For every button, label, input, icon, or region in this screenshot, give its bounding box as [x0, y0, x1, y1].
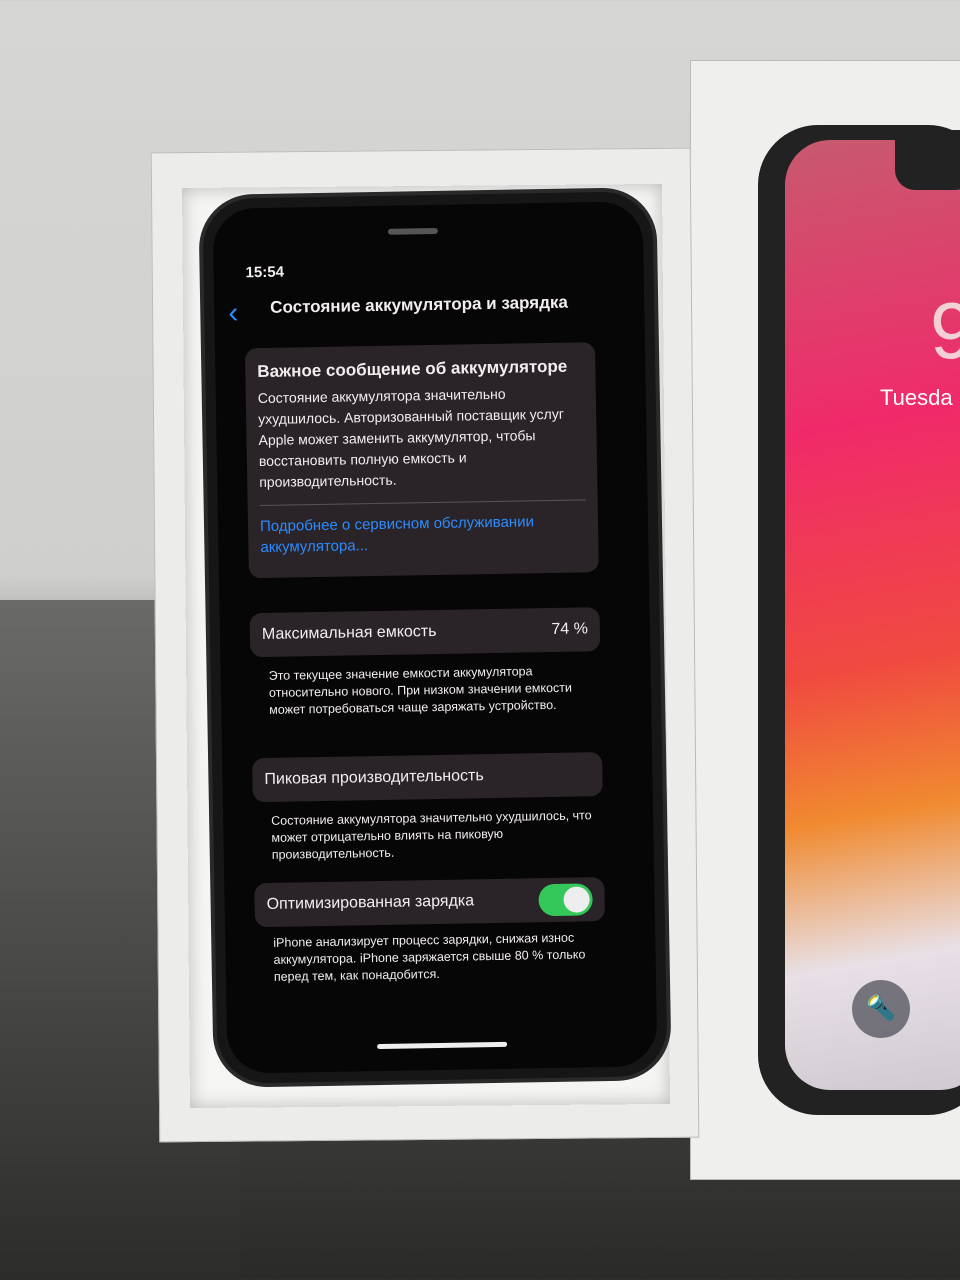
- screen: 15:54 ‹ Состояние аккумулятора и зарядка…: [212, 201, 658, 1074]
- flashlight-icon: 🔦: [852, 980, 910, 1038]
- back-chevron-icon[interactable]: ‹: [228, 296, 239, 330]
- alert-body: Состояние аккумулятора значительно ухудш…: [257, 385, 564, 491]
- box-phone-notch: [895, 130, 960, 190]
- status-time: 15:54: [245, 263, 285, 282]
- page-title: Состояние аккумулятора и зарядка: [270, 292, 569, 317]
- optimized-charging-label: Оптимизированная зарядка: [266, 892, 475, 913]
- capacity-note: Это текущее значение емкости аккумулятор…: [268, 664, 573, 717]
- box-day: Tuesda: [880, 385, 953, 410]
- peak-performance-row: Пиковая производительность: [252, 752, 603, 803]
- service-link[interactable]: Подробнее о сервисном обслуживании аккум…: [260, 510, 587, 558]
- peak-performance-label: Пиковая производительность: [264, 767, 484, 788]
- home-indicator[interactable]: [377, 1041, 508, 1050]
- max-capacity-label: Максимальная емкость: [261, 622, 437, 644]
- speaker: [387, 227, 438, 235]
- box-phone-screen: [785, 140, 960, 1090]
- optimized-charging-toggle[interactable]: [538, 883, 593, 917]
- max-capacity-value: 74 %: [551, 620, 589, 638]
- optimized-charging-row: Оптимизированная зарядка: [254, 877, 605, 928]
- battery-alert-card: Важное сообщение об аккумуляторе Состоян…: [244, 342, 599, 579]
- peak-note: Состояние аккумулятора значительно ухудш…: [271, 808, 592, 862]
- divider: [259, 499, 586, 507]
- max-capacity-row: Максимальная емкость 74 %: [249, 607, 601, 658]
- box-clock: 9: [930, 286, 960, 375]
- optimized-note: iPhone анализирует процесс зарядки, сниж…: [273, 930, 586, 984]
- alert-title: Важное сообщение об аккумуляторе: [257, 356, 568, 382]
- iphone: 15:54 ‹ Состояние аккумулятора и зарядка…: [202, 191, 668, 1084]
